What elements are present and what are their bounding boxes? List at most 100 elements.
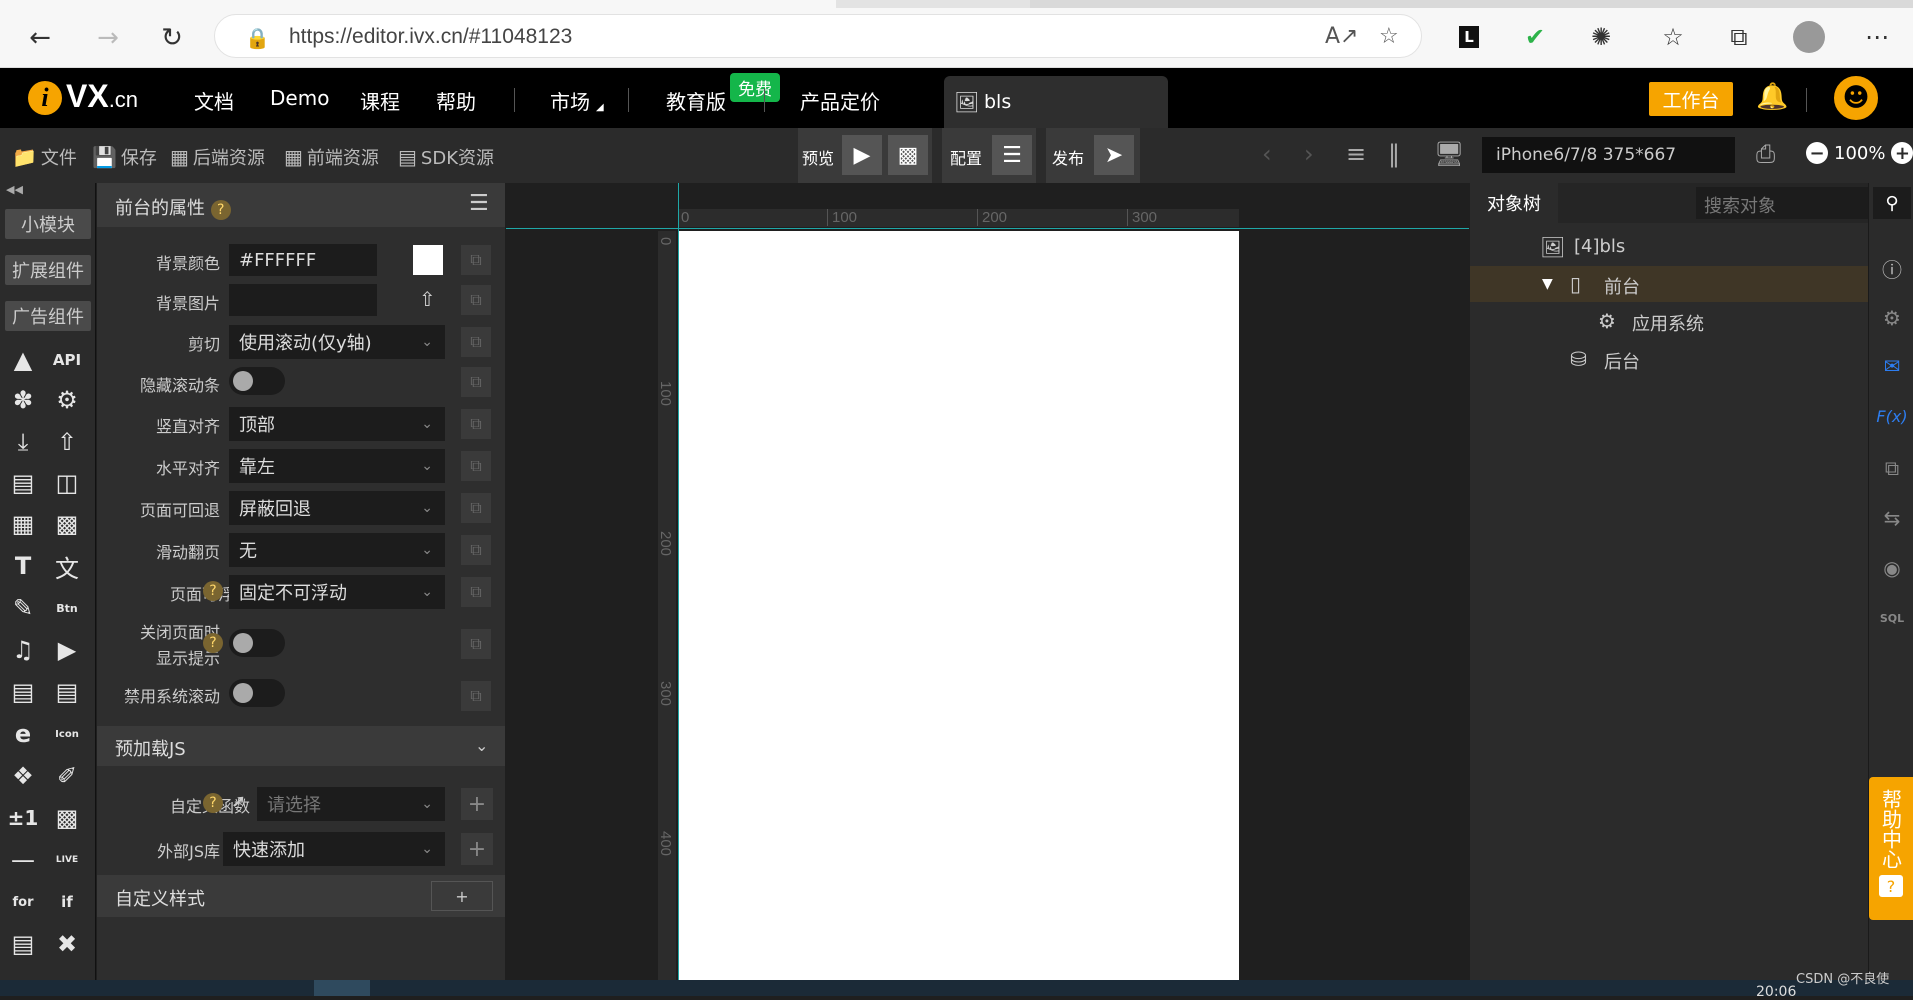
favorite-add-icon[interactable]: ☆ (1379, 24, 1399, 49)
add-ext-js-button[interactable]: + (461, 833, 493, 865)
info-icon[interactable]: ⓘ (1877, 253, 1907, 283)
bg-image-input[interactable] (229, 284, 377, 316)
help-icon[interactable]: ? (210, 200, 231, 220)
profile-avatar[interactable] (1793, 21, 1825, 53)
workbench-button[interactable]: 工作台 (1649, 82, 1733, 116)
nav-demo[interactable]: Demo (270, 86, 329, 110)
bg-color-input[interactable]: #FFFFFF (229, 244, 377, 276)
h-align-select[interactable]: 靠左 ⌄ (229, 449, 445, 483)
form-icon[interactable]: ▤ (6, 927, 40, 961)
layout-icon[interactable]: ▤ (6, 466, 40, 500)
help-icon[interactable]: ? (203, 581, 223, 601)
add-style-button[interactable]: + (431, 881, 493, 911)
back-icon[interactable]: ← (20, 18, 60, 58)
copy-icon[interactable]: ⧉ (461, 451, 491, 481)
search-objects-input[interactable]: 搜索对象 (1696, 187, 1868, 219)
zoom-in-button[interactable]: + (1891, 142, 1913, 164)
clip-select[interactable]: 使用滚动(仅y轴) ⌄ (229, 325, 445, 359)
float-select[interactable]: 固定不可浮动 ⌄ (229, 575, 445, 609)
copy-icon[interactable]: ⧉ (461, 327, 491, 357)
custom-style-header[interactable]: 自定义样式 + (97, 875, 505, 917)
align-left-icon[interactable]: ≡ (1346, 140, 1366, 168)
tree-item-frontend[interactable]: ▼ ▯ 前台 (1470, 266, 1868, 302)
tree-item-backend[interactable]: ⛁ 后台 (1470, 341, 1868, 377)
image-icon[interactable]: ▦ (6, 507, 40, 541)
project-tab[interactable]: 🖼 bls (944, 76, 1168, 128)
collapse-icon[interactable]: ◀◀ (6, 183, 23, 196)
expand-triangle-icon[interactable]: ▼ (1542, 276, 1553, 292)
divider-icon[interactable]: — (6, 843, 40, 877)
address-bar[interactable]: 🔒 https://editor.ivx.cn/#11048123 A↗ ☆ (214, 14, 1422, 58)
close-box-icon[interactable]: ✖ (50, 927, 84, 961)
menu-icon[interactable]: ☰ (469, 191, 489, 216)
small-module-button[interactable]: 小模块 (5, 209, 91, 239)
nav-education[interactable]: 教育版 (666, 86, 726, 115)
copy-icon[interactable]: ⧉ (461, 409, 491, 439)
search-icon[interactable]: ⚲ (1873, 187, 1911, 219)
nav-help[interactable]: 帮助 (436, 86, 476, 115)
for-loop-icon[interactable]: for (6, 885, 40, 919)
redo-arrow-icon[interactable]: › (1304, 140, 1314, 168)
swap-icon[interactable]: ⇆ (1877, 503, 1907, 533)
reload-icon[interactable]: ↻ (152, 18, 192, 58)
copy-icon[interactable]: ⧉ (461, 285, 491, 315)
forward-icon[interactable]: → (88, 18, 128, 58)
upload-file-icon[interactable]: ⇧ (50, 425, 84, 459)
file-menu[interactable]: 📁 文件 (12, 144, 77, 170)
draw-icon[interactable]: ✐ (50, 759, 84, 793)
tree-item-app-system[interactable]: ⚙ 应用系统 (1470, 303, 1868, 339)
nav-pricing[interactable]: 产品定价 (800, 86, 880, 115)
copy-icon[interactable]: ⧉ (461, 367, 491, 397)
logo[interactable]: VX.cn (66, 78, 138, 115)
copy-icon[interactable]: ⧉ (461, 629, 491, 659)
help-center-button[interactable]: 帮助中心 ? (1869, 777, 1913, 920)
copy-icon[interactable]: ⧉ (461, 681, 491, 711)
circle-icon[interactable]: ◉ (1877, 553, 1907, 583)
nav-courses[interactable]: 课程 (360, 86, 400, 115)
device-icon[interactable]: 🖥 (1434, 140, 1464, 168)
copy-icon[interactable]: ⧉ (461, 535, 491, 565)
more-menu-icon[interactable]: ⋯ (1860, 20, 1894, 54)
upload-icon[interactable]: ⇧ (419, 287, 436, 311)
screen-rotate-icon[interactable]: ◫ (50, 466, 84, 500)
close-tip-toggle[interactable] (229, 629, 285, 657)
copy-icon[interactable]: ⧉ (461, 493, 491, 523)
sdk-resources-button[interactable]: ▤ SDK资源 (398, 144, 494, 170)
align-vertical-icon[interactable]: ‖ (1388, 140, 1400, 168)
gear-icon[interactable]: ⚙ (50, 383, 84, 417)
guide-line-horizontal[interactable] (506, 228, 1469, 229)
device-selector[interactable]: iPhone6/7/8 375*667 (1482, 137, 1735, 173)
logo-icon[interactable]: i (28, 81, 62, 115)
zoom-out-button[interactable]: − (1806, 142, 1828, 164)
user-avatar[interactable]: ☻ (1834, 76, 1878, 120)
nav-market[interactable]: 市场 (550, 86, 590, 115)
help-icon[interactable]: ? (203, 793, 223, 813)
text-block-icon[interactable]: ▤ (6, 675, 40, 709)
icon-component-icon[interactable]: Icon (50, 717, 84, 751)
download-icon[interactable]: ⤓ (6, 425, 40, 459)
function-icon[interactable]: F(x) (1876, 401, 1907, 431)
v-align-select[interactable]: 顶部 ⌄ (229, 407, 445, 441)
object-settings-icon[interactable]: ⚙ (1877, 303, 1907, 333)
collections-icon[interactable]: ⧉ (1722, 20, 1756, 54)
api-icon[interactable]: API (50, 343, 84, 377)
taskbar-active-app[interactable] (314, 980, 370, 996)
network-icon[interactable]: ✽ (6, 383, 40, 417)
cursor-icon[interactable]: ➚ (231, 791, 246, 812)
tab-object-tree[interactable]: 对象树 (1470, 183, 1558, 223)
sliders-icon[interactable]: ☰ (992, 135, 1032, 175)
play-icon[interactable]: ▶ (842, 135, 882, 175)
box-icon[interactable]: ▲ (6, 343, 40, 377)
comment-icon[interactable]: ✉ (1877, 351, 1907, 381)
slide-select[interactable]: 无 ⌄ (229, 533, 445, 567)
tree-item-project[interactable]: 🖼 [4]bls (1470, 229, 1868, 265)
url-text[interactable]: https://editor.ivx.cn/#11048123 (289, 25, 572, 49)
music-icon[interactable]: ♫ (6, 633, 40, 667)
backend-resources-button[interactable]: ▦ 后端资源 (170, 144, 265, 170)
undo-arrow-icon[interactable]: ‹ (1262, 140, 1272, 168)
translate-icon[interactable]: 文 (50, 549, 84, 583)
color-swatch[interactable] (413, 245, 443, 275)
preload-js-header[interactable]: 预加载JS ⌄ (97, 726, 505, 766)
video-icon[interactable]: ▶ (50, 633, 84, 667)
nav-docs[interactable]: 文档 (194, 86, 234, 115)
